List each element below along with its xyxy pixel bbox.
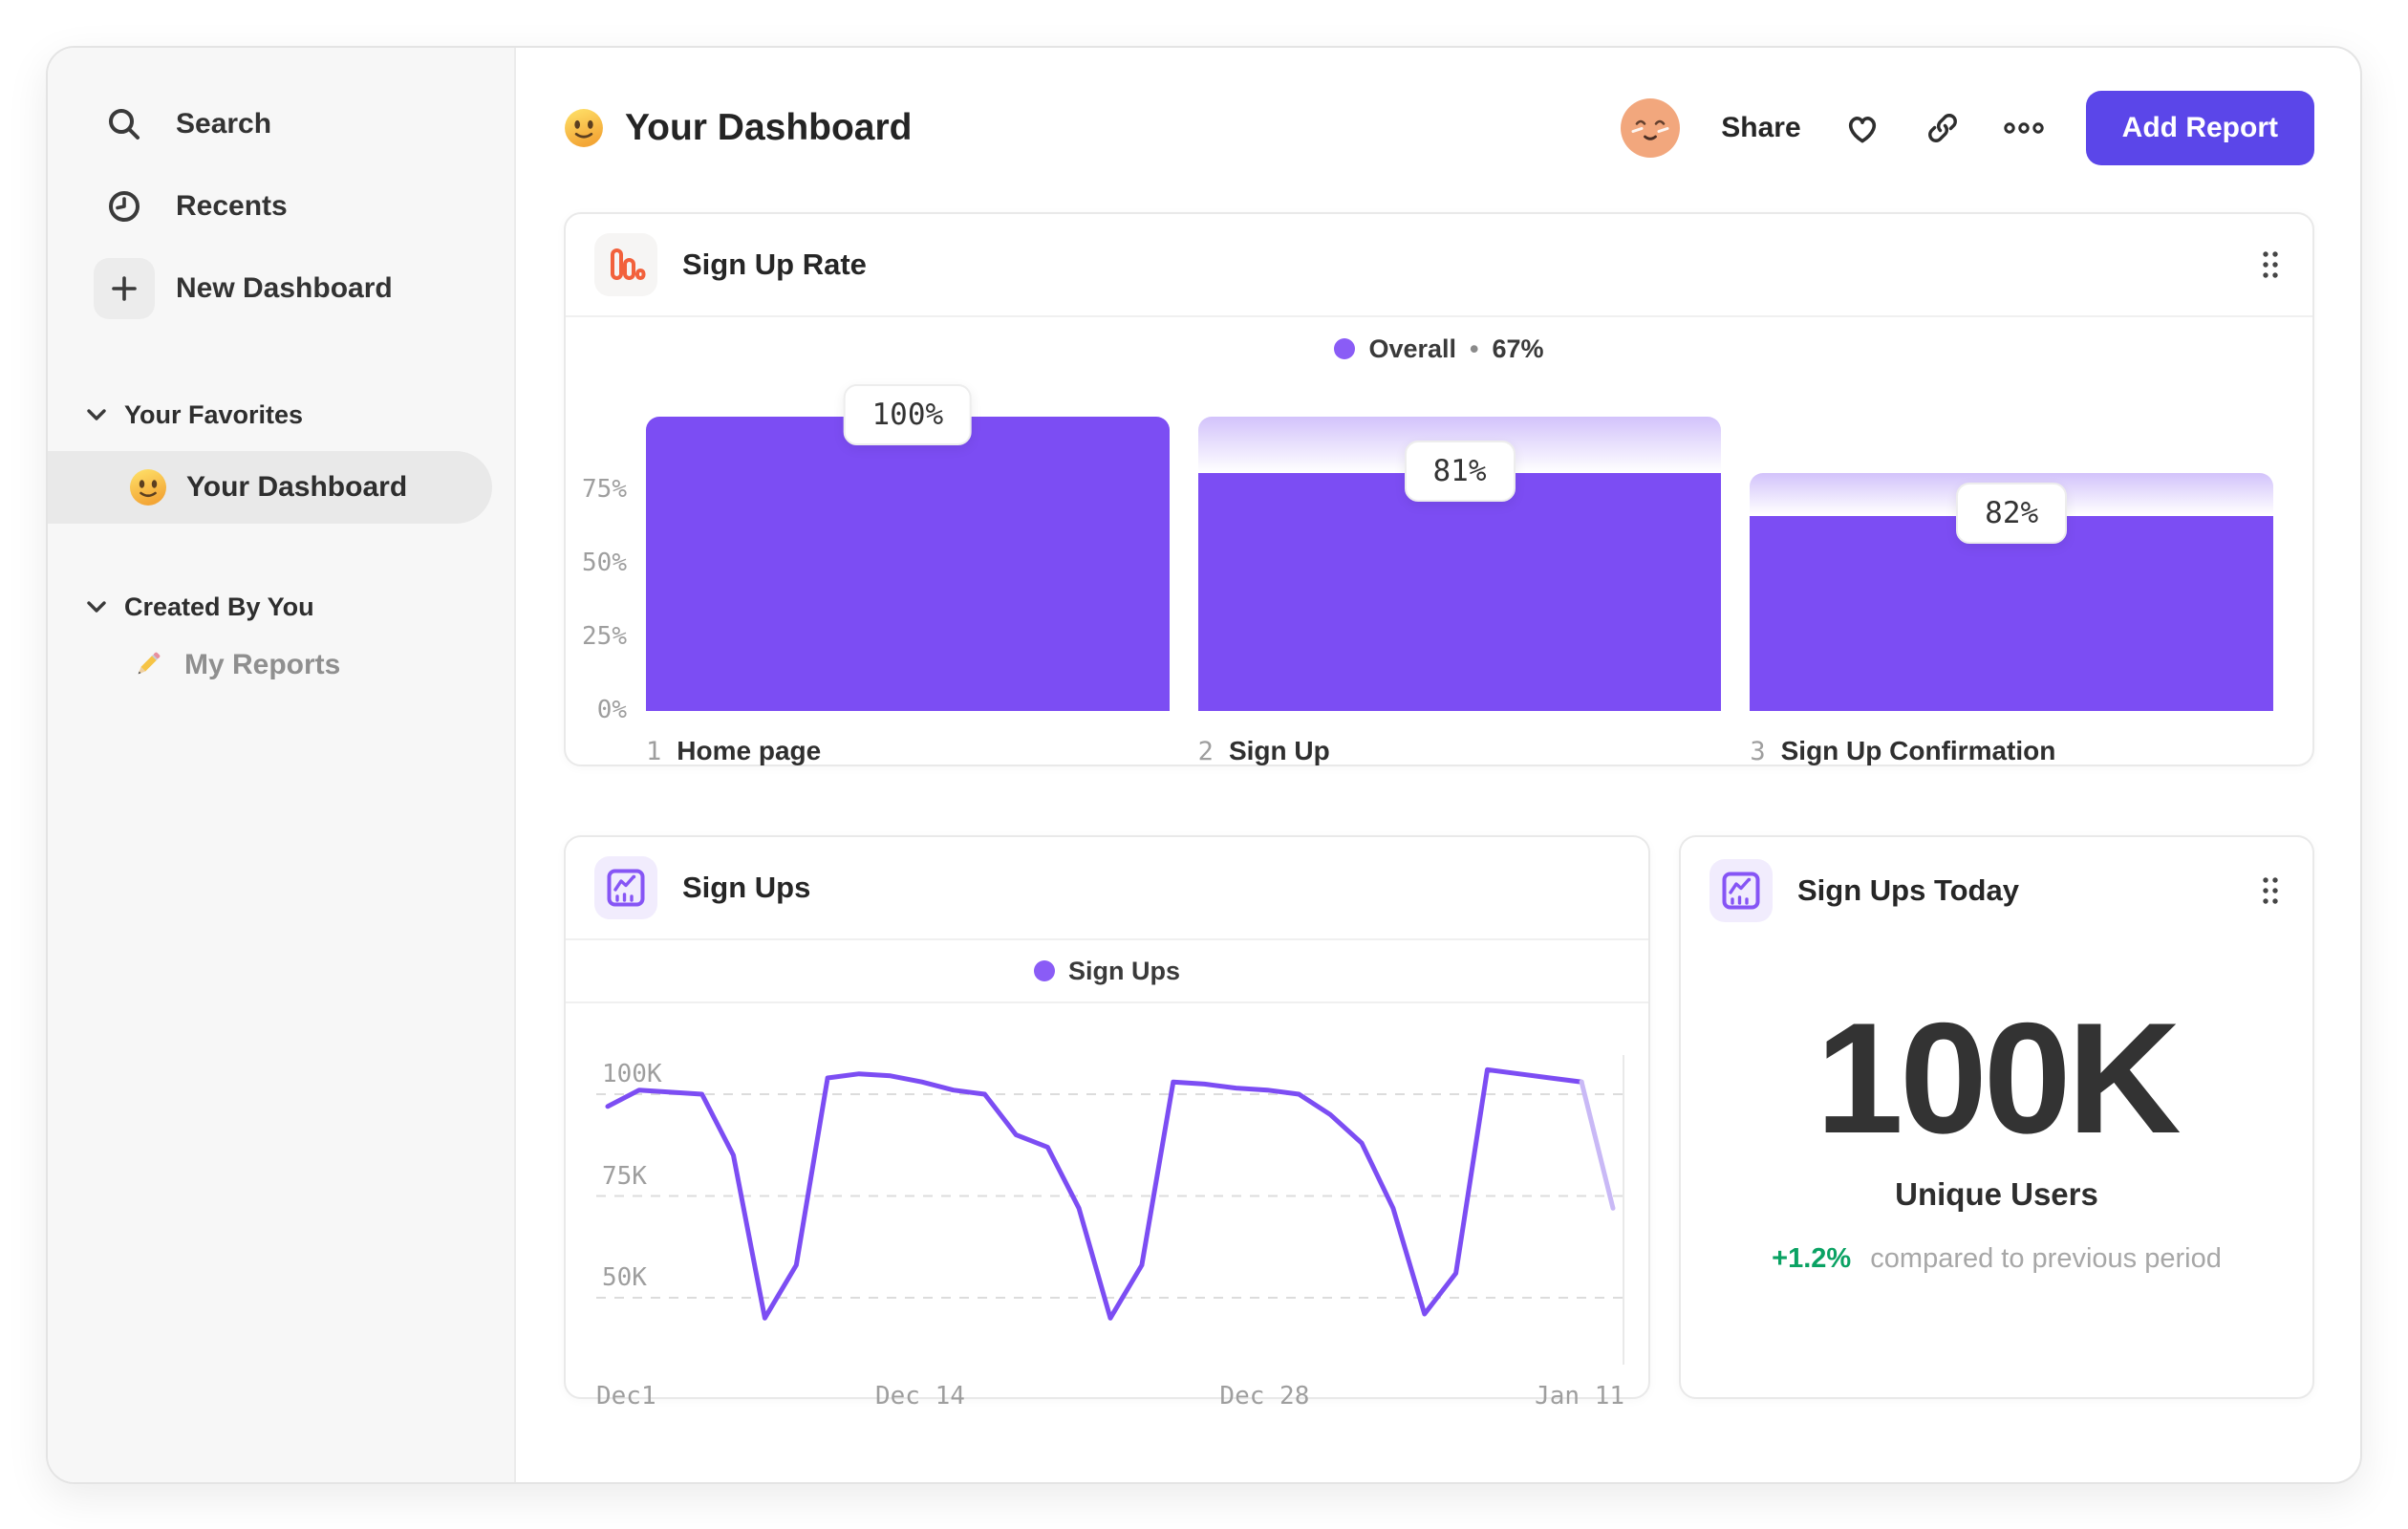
card-header: Sign Ups xyxy=(566,837,1648,940)
legend-label: Overall xyxy=(1368,334,1457,363)
funnel-ytick-label: 25% xyxy=(582,622,627,651)
funnel-bar[interactable]: 100% xyxy=(646,384,1170,711)
line-xtick-label: Dec1 xyxy=(596,1382,656,1411)
dashboard-title-wrap: Your Dashboard xyxy=(564,107,912,149)
sidebar-item-label: Your Dashboard xyxy=(186,471,408,503)
chevron-down-icon xyxy=(86,600,107,614)
funnel-value-label: 100% xyxy=(843,384,973,445)
funnel-step-label: 3 Sign Up Confirmation xyxy=(1750,736,2056,766)
section-label: Created By You xyxy=(124,592,314,621)
line-xtick-label: Dec 28 xyxy=(1219,1382,1310,1411)
line-legend[interactable]: Sign Ups xyxy=(566,940,1648,1003)
line-ytick-label: 100K xyxy=(602,1060,662,1088)
signups-card: Sign Ups Sign Ups 100K 75K 50K Dec1 Dec 14 D… xyxy=(564,835,1650,1411)
topbar-actions: Share Add Report xyxy=(1620,91,2314,165)
smiley-emoji-icon xyxy=(564,108,604,148)
legend-separator: • xyxy=(1470,334,1479,363)
card-title: Sign Up Rate xyxy=(682,248,867,281)
sidebar-item-label: My Reports xyxy=(184,649,341,680)
funnel-bars: 100% 81% 82% xyxy=(646,384,2274,711)
legend-dot xyxy=(1033,960,1055,981)
funnel-bar-fill xyxy=(1750,515,2274,711)
sidebar-item-label: Search xyxy=(176,108,272,140)
line-chart-svg xyxy=(596,1055,1624,1365)
funnel-step-label: 1 Home page xyxy=(646,736,822,766)
funnel-bar-fill xyxy=(1197,472,1722,711)
funnel-ytick-label: 75% xyxy=(582,475,627,504)
plus-icon xyxy=(94,258,155,319)
funnel-value-label: 82% xyxy=(1956,483,2068,545)
drag-handle-icon[interactable] xyxy=(2261,249,2280,280)
smiley-emoji-icon xyxy=(129,468,167,506)
line-ytick-label: 50K xyxy=(602,1263,647,1292)
legend-value: 67% xyxy=(1492,334,1544,363)
line-plot[interactable]: 100K 75K 50K xyxy=(596,1040,1624,1365)
page-title: Your Dashboard xyxy=(625,107,913,148)
funnel-x-axis: 1 Home page 2 Sign Up 3 Sign Up Confirmation xyxy=(646,736,2273,766)
line-chart-icon xyxy=(594,856,657,919)
line-x-axis: Dec1 Dec 14 Dec 28 Jan 11 xyxy=(596,1374,1624,1418)
card-title: Sign Ups xyxy=(682,871,811,904)
chevron-down-icon xyxy=(86,408,107,421)
delta-caption: compared to previous period xyxy=(1870,1243,2222,1274)
funnel-ytick-label: 0% xyxy=(596,696,627,724)
signups-today-card: Sign Ups Today 100K Unique Users +1.2% c… xyxy=(1679,835,2314,1399)
drag-handle-icon[interactable] xyxy=(2261,875,2280,906)
funnel-legend[interactable]: Overall • 67% xyxy=(566,317,2312,380)
sidebar-section-your-favorites[interactable]: Your Favorites xyxy=(48,396,514,434)
funnel-bar-fill xyxy=(646,417,1170,711)
sidebar-item-label: New Dashboard xyxy=(176,272,393,304)
kpi-caption: Unique Users xyxy=(1895,1176,2098,1212)
card-header: Sign Up Rate xyxy=(566,214,2312,317)
funnel-bar[interactable]: 81% xyxy=(1197,386,1722,711)
sidebar: Search Recents New Dashboard Your Favori… xyxy=(48,48,516,1482)
funnel-bar[interactable]: 82% xyxy=(1750,386,2274,711)
line-xtick-label: Jan 11 xyxy=(1535,1382,1624,1411)
funnel-plot: 0% 25% 50% 75% 100% 81% 82% xyxy=(582,384,2274,724)
sidebar-item-my-reports[interactable]: My Reports xyxy=(48,642,514,688)
card-header: Sign Ups Today xyxy=(1681,837,2312,944)
funnel-value-label: 81% xyxy=(1404,440,1516,502)
pencil-emoji-icon xyxy=(129,647,165,683)
kpi-value: 100K xyxy=(1816,990,2181,1166)
topbar: Your Dashboard Share Add Report xyxy=(564,86,2314,170)
line-chart-icon xyxy=(1709,859,1773,922)
add-report-button[interactable]: Add Report xyxy=(2085,91,2314,165)
copy-link-icon[interactable] xyxy=(1924,109,1962,147)
cards-row: Sign Ups Sign Ups 100K 75K 50K Dec1 Dec 14 D… xyxy=(564,835,2314,1411)
main-content: Your Dashboard Share Add Report Sign Up … xyxy=(516,48,2360,1482)
avatar[interactable] xyxy=(1620,97,1681,159)
funnel-step-label: 2 Sign Up xyxy=(1197,736,1330,766)
sidebar-section-created-by-you[interactable]: Created By You xyxy=(48,588,514,626)
line-xtick-label: Dec 14 xyxy=(874,1382,965,1411)
share-button[interactable]: Share xyxy=(1721,112,1800,144)
more-options-icon[interactable] xyxy=(2002,120,2046,136)
sidebar-item-new-dashboard[interactable]: New Dashboard xyxy=(48,248,514,330)
sidebar-item-your-dashboard[interactable]: Your Dashboard xyxy=(48,451,492,524)
legend-label: Sign Ups xyxy=(1067,956,1180,985)
sidebar-item-recents[interactable]: Recents xyxy=(48,165,514,248)
funnel-y-axis: 0% 25% 50% 75% xyxy=(566,386,627,724)
funnel-chart-icon xyxy=(594,233,657,296)
app-window: Search Recents New Dashboard Your Favori… xyxy=(46,46,2362,1484)
sidebar-top-nav: Search Recents New Dashboard xyxy=(48,48,514,330)
delta-value: +1.2% xyxy=(1772,1243,1852,1274)
favorite-heart-icon[interactable] xyxy=(1841,108,1883,148)
signups-line-series xyxy=(605,1066,1584,1321)
signups-line-incomplete-tail xyxy=(1579,1079,1616,1211)
sidebar-item-search[interactable]: Search xyxy=(48,83,514,165)
signup-rate-card: Sign Up Rate Overall • 67% 0% 25% 50% 75% 1… xyxy=(564,212,2314,766)
funnel-ytick-label: 50% xyxy=(582,549,627,577)
sidebar-item-label: Recents xyxy=(176,190,288,222)
clock-icon xyxy=(94,187,155,226)
card-title: Sign Ups Today xyxy=(1797,873,2019,907)
search-icon xyxy=(94,105,155,143)
legend-dot xyxy=(1334,338,1356,359)
line-ytick-label: 75K xyxy=(602,1161,647,1191)
kpi-delta: +1.2% compared to previous period xyxy=(1681,1243,2312,1275)
section-label: Your Favorites xyxy=(124,399,304,429)
